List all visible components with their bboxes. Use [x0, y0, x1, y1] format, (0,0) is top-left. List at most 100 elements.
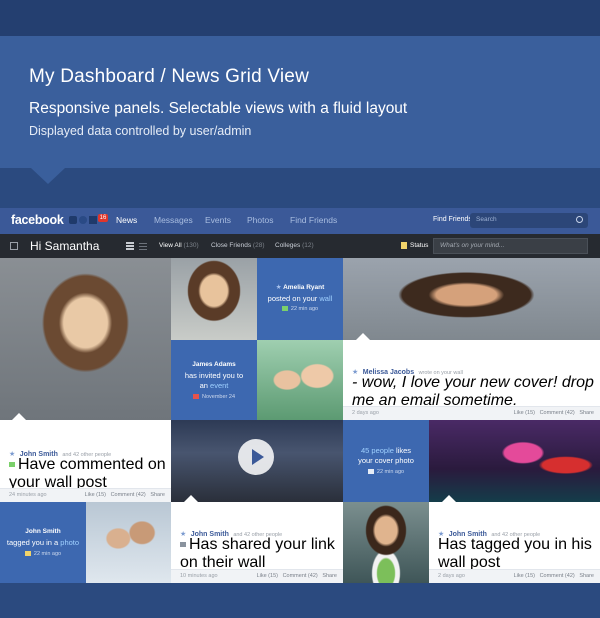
- photo-two-friends[interactable]: [257, 340, 343, 420]
- card-footer: 24 minutes ago Like (15) Comment (42) Sh…: [0, 488, 171, 502]
- event-link[interactable]: event: [210, 381, 228, 390]
- search-placeholder: Search: [476, 216, 497, 223]
- messages-icon[interactable]: [79, 216, 87, 224]
- card-footer: 10 minutes ago Like (15) Comment (42) Sh…: [171, 569, 343, 583]
- share-button[interactable]: Share: [579, 573, 594, 579]
- photo-link[interactable]: photo: [60, 538, 79, 547]
- bottom-band: [0, 583, 600, 618]
- amelia-wall-link[interactable]: wall: [319, 294, 332, 303]
- john-ago: 24 minutes ago: [9, 492, 47, 498]
- tab-colleges[interactable]: Colleges (12): [275, 242, 314, 249]
- share-button[interactable]: Share: [150, 492, 165, 498]
- melissa-text: wow, I love your new cover! drop me an e…: [352, 374, 594, 409]
- john-wall-ago: 2 days ago: [438, 573, 465, 579]
- card-pointer: [442, 495, 456, 502]
- card-john-comment[interactable]: ★ John Smith and 42 other people Have co…: [0, 420, 171, 502]
- find-friends-link[interactable]: Find Friends: [433, 216, 472, 223]
- like-button[interactable]: Like (15): [514, 410, 535, 416]
- card-john-tag[interactable]: John Smith tagged you in a photo 22 min …: [0, 502, 86, 583]
- like-button[interactable]: Like (15): [514, 573, 535, 579]
- nav-news[interactable]: News: [116, 215, 137, 225]
- card-cover-likes[interactable]: 45 people likes your cover photo 22 min …: [343, 420, 429, 502]
- card-footer: 2 days ago Like (15) Comment (42) Share: [343, 406, 600, 420]
- card-pointer: [184, 495, 198, 502]
- card-amelia-post[interactable]: ★ Amelia Ryant posted on your wall 22 mi…: [257, 258, 343, 340]
- nav-messages[interactable]: Messages: [154, 215, 193, 225]
- amelia-time: 22 min ago: [290, 306, 319, 312]
- status-input[interactable]: What's on your mind...: [433, 238, 588, 254]
- greeting: Hi Samantha: [30, 239, 100, 253]
- james-line2: an: [199, 381, 208, 390]
- share-icon: [180, 542, 186, 548]
- facebook-logo[interactable]: facebook: [11, 213, 64, 227]
- john-wall-text: Has tagged you in his wall post: [438, 536, 592, 571]
- top-navigation: facebook News Messages Events Photos Fin…: [0, 208, 600, 234]
- amelia-action: posted on your: [267, 294, 318, 303]
- profile-bar: Hi Samantha View All (130) Close Friends…: [0, 234, 600, 258]
- nav-photos[interactable]: Photos: [247, 215, 273, 225]
- top-band: [0, 0, 600, 36]
- photo-cocktails[interactable]: [429, 420, 600, 502]
- share-button[interactable]: Share: [322, 573, 337, 579]
- john-share-text: Has shared your link on their wall: [180, 536, 335, 571]
- tab-close-friends[interactable]: Close Friends (28): [211, 242, 264, 249]
- photo-couple[interactable]: [86, 502, 171, 583]
- list-view-icon[interactable]: [139, 241, 147, 250]
- wall-icon: [281, 306, 288, 312]
- hero-subtitle: Responsive panels. Selectable views with…: [29, 100, 408, 117]
- john-tag-time: 22 min ago: [33, 551, 62, 557]
- james-date: November 24: [201, 394, 236, 400]
- search-input[interactable]: Search: [470, 213, 588, 228]
- card-john-share[interactable]: ★ John Smith and 42 other people Has sha…: [171, 502, 343, 583]
- comment-button[interactable]: Comment (42): [540, 410, 575, 416]
- notifications-icon[interactable]: [89, 216, 97, 224]
- like-button[interactable]: Like (15): [85, 492, 106, 498]
- like-button[interactable]: Like (15): [257, 573, 278, 579]
- logout-icon[interactable]: [10, 242, 18, 250]
- hero-pointer: [31, 168, 65, 184]
- card-john-wall-tag[interactable]: ★ John Smith and 42 other people Has tag…: [429, 502, 600, 583]
- james-line1: has invited you to: [184, 371, 244, 380]
- grid-view-icon[interactable]: [126, 241, 134, 250]
- comment-button[interactable]: Comment (42): [540, 573, 575, 579]
- card-pointer: [12, 413, 26, 420]
- video-concert[interactable]: [171, 420, 343, 502]
- people-line2: your cover photo: [358, 456, 414, 465]
- search-icon[interactable]: [576, 216, 583, 223]
- photo-woman-smiling[interactable]: [171, 258, 257, 340]
- friend-requests-icon[interactable]: [69, 216, 77, 224]
- people-count[interactable]: 45 people: [361, 446, 394, 455]
- photo-woman-sunglasses[interactable]: [0, 258, 171, 420]
- james-name[interactable]: James Adams: [171, 361, 257, 368]
- comment-button[interactable]: Comment (42): [111, 492, 146, 498]
- card-james-invite[interactable]: James Adams has invited you to an event …: [171, 340, 257, 420]
- melissa-ago: 2 days ago: [352, 410, 379, 416]
- status-placeholder: What's on your mind...: [440, 242, 505, 249]
- nav-events[interactable]: Events: [205, 215, 231, 225]
- share-button[interactable]: Share: [579, 410, 594, 416]
- comment-button[interactable]: Comment (42): [283, 573, 318, 579]
- play-icon[interactable]: [238, 439, 274, 475]
- hero-title: My Dashboard / News Grid View: [29, 66, 309, 87]
- card-melissa-wall[interactable]: ★ Melissa Jacobs wrote on your wall - wo…: [343, 340, 600, 420]
- notification-badge: 16: [98, 214, 108, 222]
- card-pointer: [356, 333, 370, 340]
- people-line1: likes: [396, 446, 412, 455]
- tab-view-all[interactable]: View All (130): [159, 242, 199, 249]
- photo-woman-denim[interactable]: [343, 258, 600, 340]
- john-share-ago: 10 minutes ago: [180, 573, 218, 579]
- status-button[interactable]: Status: [410, 242, 428, 249]
- like-icon: [367, 469, 374, 475]
- john-tag-line1: tagged you in a: [6, 538, 59, 547]
- people-time: 22 min ago: [376, 469, 405, 475]
- comment-icon: [9, 462, 15, 468]
- john-tag-name[interactable]: John Smith: [0, 528, 86, 535]
- status-icon: [401, 242, 407, 249]
- john-text: Have commented on your wall post: [9, 456, 166, 491]
- card-footer: 2 days ago Like (15) Comment (42) Share: [429, 569, 600, 583]
- photo-woman-salad[interactable]: [343, 502, 429, 583]
- nav-find-friends[interactable]: Find Friends: [290, 215, 337, 225]
- calendar-icon: [192, 394, 199, 400]
- amelia-name[interactable]: Amelia Ryant: [283, 284, 324, 291]
- hero-banner: My Dashboard / News Grid View Responsive…: [0, 36, 600, 168]
